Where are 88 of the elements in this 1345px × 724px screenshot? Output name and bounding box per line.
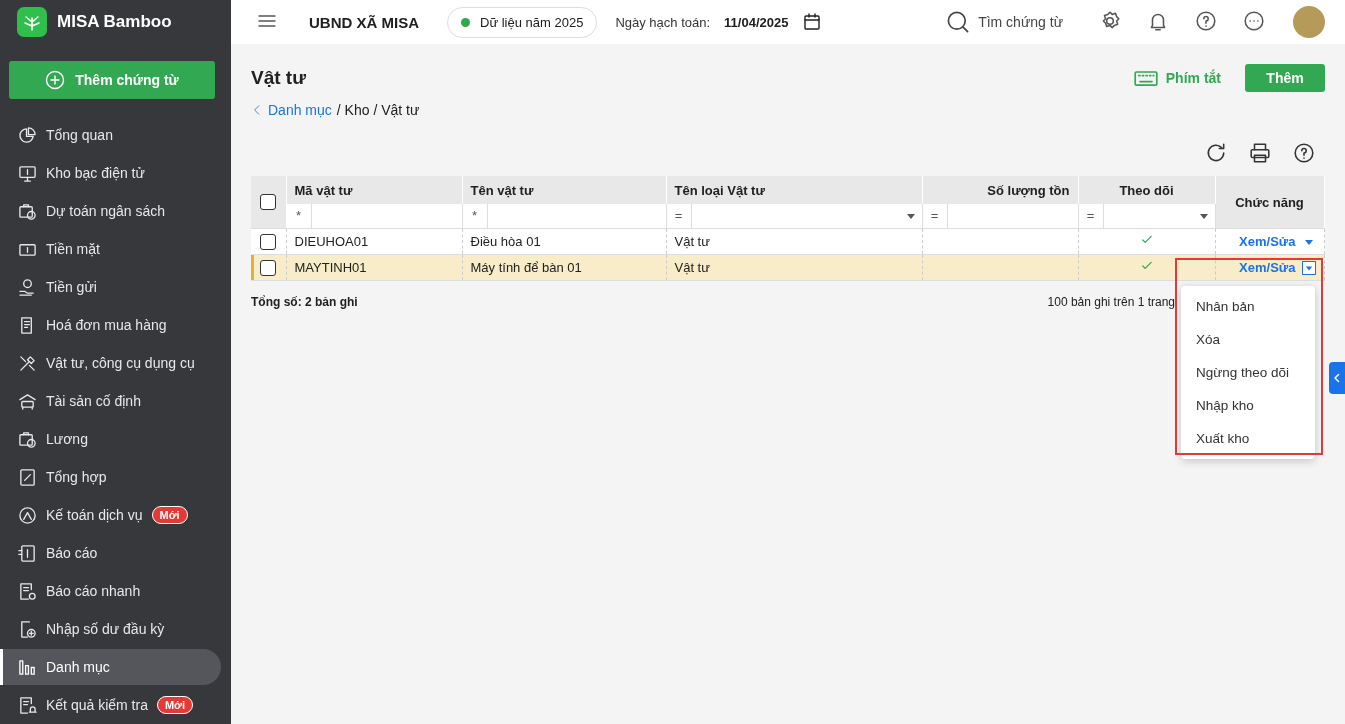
bell-sheet-icon [18,695,37,715]
menu-item[interactable]: Nhập kho [1181,389,1315,422]
page-title: Vật tư [251,67,306,89]
collapse-panel-tab[interactable] [1329,362,1345,394]
chevron-left-icon [1332,373,1342,383]
bars-icon [18,657,37,677]
calendar-icon [802,12,823,32]
monitor-icon [18,163,37,183]
sidebar-item[interactable]: Kế toán dịch vụ Mới [0,497,221,533]
sidebar-item[interactable]: Nhập số dư đầu kỳ [0,611,221,647]
help-icon [1195,9,1217,32]
dropdown-caret-icon[interactable] [905,211,916,221]
menu-item[interactable]: Ngừng theo dõi [1181,356,1315,389]
triangle-circle-icon [18,505,37,525]
filter-operator[interactable]: * [286,204,312,228]
sidebar-item[interactable]: Dự toán ngân sách [0,193,221,229]
sidebar-item[interactable]: Kho bạc điện tử [0,155,221,191]
table-cell: MAYTINH01 [286,254,462,281]
sidebar-item[interactable]: Báo cáo nhanh [0,573,221,609]
tools-icon [18,353,37,373]
filter-operator[interactable]: = [1078,204,1104,228]
table-cell: Vật tư [666,228,922,255]
sidebar-item[interactable]: Danh mục [0,649,221,685]
plus-circle-icon [45,70,66,90]
pie-chart-icon [18,125,37,145]
help-icon[interactable] [1293,142,1315,164]
record-total: Tổng số: 2 bản ghi [251,295,358,309]
filter-field[interactable]: * [286,204,462,228]
briefcase-coin-icon [18,429,37,449]
organization-name: UBND XÃ MISA [309,13,419,31]
checkbox[interactable] [260,194,277,210]
filter-operator[interactable]: * [462,204,488,228]
filter-operator[interactable]: = [922,204,948,228]
new-badge: Mới [156,696,193,714]
sidebar-item[interactable]: Tiền gửi [0,269,221,305]
dollar-sheet-icon [18,543,37,563]
refresh-icon[interactable] [1205,142,1227,164]
column-header: Theo dõi [1078,176,1215,204]
breadcrumb-path: / Kho / Vật tư [336,102,420,118]
page-size-info: 100 bản ghi trên 1 trang [1047,295,1175,309]
search-icon [946,10,971,34]
sidebar-item[interactable]: Tổng quan [0,117,221,153]
coin-hand-icon [18,277,37,297]
checkbox[interactable] [260,259,277,276]
breadcrumb-link[interactable]: Danh mục [251,102,332,118]
sidebar-item[interactable]: Kết quả kiểm tra Mới [0,687,221,723]
filter-operator[interactable]: = [666,204,692,228]
sidebar-item[interactable]: Tổng hợp [0,459,221,495]
column-header: Tên loại Vật tư [666,176,922,204]
dropdown-caret-icon[interactable] [1301,260,1316,275]
more-icon [1243,9,1265,32]
checkbox[interactable] [260,233,277,250]
sidebar-item[interactable]: Báo cáo [0,535,221,571]
search-field[interactable]: Tìm chứng từ [946,10,1063,34]
avatar[interactable] [1293,6,1325,38]
briefcase-coin-icon [18,201,37,221]
dropdown-caret-icon[interactable] [1198,211,1209,221]
percent-sheet-icon [18,467,37,487]
print-icon[interactable] [1249,142,1271,164]
menu-item[interactable]: Xuất kho [1181,422,1315,455]
table-cell: DIEUHOA01 [286,228,462,255]
add-file-icon [18,619,37,639]
table-cell: Vật tư [666,254,922,281]
menu-item[interactable]: Nhân bản [1181,290,1315,323]
view-edit-link[interactable]: Xem/Sửa [1239,234,1296,249]
app-name: MISA Bamboo [57,12,172,32]
bamboo-logo-icon [17,7,47,37]
table-cell: Điều hòa 01 [462,228,666,255]
filter-field[interactable]: = [666,204,922,228]
filter-field[interactable]: = [922,204,1078,228]
menu-item[interactable]: Xóa [1181,323,1315,356]
column-header: Mã vật tư [286,176,462,204]
filter-field[interactable]: * [462,204,666,228]
new-badge: Mới [151,506,188,524]
car-icon [18,391,37,411]
refresh-sheet-icon [18,581,37,601]
column-header: Số lượng tồn [922,176,1078,204]
sidebar-item[interactable]: Tài sản cố định [0,383,221,419]
filter-field[interactable]: = [1078,204,1215,228]
posting-date[interactable]: 11/04/2025 [724,14,789,30]
table-cell: Máy tính để bàn 01 [462,254,666,281]
sidebar-item[interactable]: Lương [0,421,221,457]
date-label: Ngày hạch toán: [615,14,711,30]
column-header: Chức năng [1215,176,1324,229]
sidebar-item[interactable]: Hoá đơn mua hàng [0,307,221,343]
sidebar-item[interactable]: Tiền mặt [0,231,221,267]
sidebar-item[interactable]: Vật tư, công cụ dụng cụ [0,345,221,381]
column-header: Tên vật tư [462,176,666,204]
